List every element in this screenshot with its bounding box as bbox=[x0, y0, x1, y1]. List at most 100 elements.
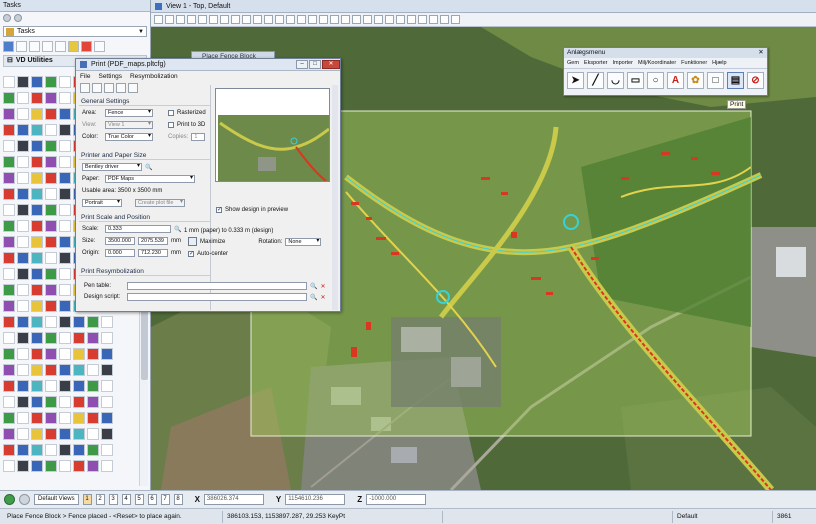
task-tool-icon[interactable] bbox=[101, 396, 113, 408]
task-tool-icon[interactable] bbox=[17, 156, 29, 168]
origin-x-input[interactable]: 0.000 bbox=[105, 249, 135, 257]
view-tool-icon[interactable] bbox=[440, 15, 449, 24]
task-tool-icon[interactable] bbox=[31, 140, 43, 152]
task-tool-icon[interactable] bbox=[59, 92, 71, 104]
design-script-search-icon[interactable]: 🔍 bbox=[310, 294, 317, 301]
view-tool-icon[interactable] bbox=[319, 15, 328, 24]
view-tool-icon[interactable] bbox=[352, 15, 361, 24]
task-tool-icon[interactable] bbox=[59, 364, 71, 376]
task-tool-icon[interactable] bbox=[59, 220, 71, 232]
view-button-7[interactable]: 7 bbox=[160, 494, 170, 505]
task-tool-icon[interactable] bbox=[101, 332, 113, 344]
task-tool-icon[interactable] bbox=[59, 76, 71, 88]
rasterized-checkbox[interactable] bbox=[168, 110, 174, 116]
task-tool-icon[interactable] bbox=[45, 428, 57, 440]
task-tool-icon[interactable] bbox=[59, 284, 71, 296]
task-tool-icon[interactable] bbox=[31, 364, 43, 376]
task-tool-icon[interactable] bbox=[59, 332, 71, 344]
view-tool-icon[interactable] bbox=[165, 15, 174, 24]
task-tool-icon[interactable] bbox=[101, 380, 113, 392]
view-tool-icon[interactable] bbox=[220, 15, 229, 24]
view-tool-icon[interactable] bbox=[451, 15, 460, 24]
y-input[interactable]: 1154610.236 bbox=[285, 494, 346, 505]
task-tool-icon[interactable] bbox=[17, 348, 29, 360]
view-button-5[interactable]: 5 bbox=[134, 494, 144, 505]
arc-icon[interactable]: ◡ bbox=[607, 72, 624, 89]
task-tool-icon[interactable] bbox=[87, 380, 99, 392]
task-tool-icon[interactable] bbox=[101, 364, 113, 376]
task-tool-icon[interactable] bbox=[59, 460, 71, 472]
task-tool-icon[interactable] bbox=[59, 140, 71, 152]
task-tool-icon[interactable] bbox=[17, 92, 29, 104]
task-tool-icon[interactable] bbox=[3, 396, 15, 408]
task-tool-icon[interactable] bbox=[45, 236, 57, 248]
properties-icon[interactable] bbox=[116, 83, 126, 93]
task-tool-icon[interactable] bbox=[31, 204, 43, 216]
task-tool-icon[interactable] bbox=[87, 332, 99, 344]
menu-milj-koordinater[interactable]: Milj/Koordinater bbox=[638, 60, 676, 66]
pen-table-clear-icon[interactable]: ✕ bbox=[320, 283, 325, 290]
scale-input[interactable]: 0.333 bbox=[105, 225, 171, 233]
task-tool-icon[interactable] bbox=[87, 412, 99, 424]
task-tool-icon[interactable] bbox=[73, 380, 85, 392]
task-tool-icon[interactable] bbox=[45, 124, 57, 136]
task-tool-icon[interactable] bbox=[45, 348, 57, 360]
measure-icon[interactable] bbox=[16, 40, 27, 52]
view-tool-icon[interactable] bbox=[209, 15, 218, 24]
task-tool-icon[interactable] bbox=[31, 428, 43, 440]
task-tool-icon[interactable] bbox=[31, 268, 43, 280]
task-tool-icon[interactable] bbox=[59, 444, 71, 456]
task-tool-icon[interactable] bbox=[17, 300, 29, 312]
task-tool-icon[interactable] bbox=[45, 156, 57, 168]
close-icon[interactable]: ✕ bbox=[322, 60, 340, 69]
task-tool-icon[interactable] bbox=[45, 396, 57, 408]
task-tool-icon[interactable] bbox=[3, 220, 15, 232]
task-tool-icon[interactable] bbox=[3, 204, 15, 216]
task-tool-icon[interactable] bbox=[59, 172, 71, 184]
task-tool-icon[interactable] bbox=[3, 412, 15, 424]
task-tool-icon[interactable] bbox=[17, 284, 29, 296]
next-view-icon[interactable] bbox=[19, 494, 30, 505]
design-script-input[interactable] bbox=[127, 293, 307, 301]
maximize-icon[interactable]: □ bbox=[309, 60, 321, 69]
view-tool-icon[interactable] bbox=[231, 15, 240, 24]
show-design-checkbox[interactable] bbox=[216, 207, 222, 213]
cell-icon[interactable]: ✿ bbox=[687, 72, 704, 89]
back-icon[interactable] bbox=[3, 14, 11, 22]
task-tool-icon[interactable] bbox=[45, 172, 57, 184]
create-plot-file-select[interactable]: Create plot file bbox=[135, 199, 185, 207]
task-tool-icon[interactable] bbox=[101, 460, 113, 472]
task-tool-icon[interactable] bbox=[17, 172, 29, 184]
default-views-select[interactable]: Default Views bbox=[34, 494, 79, 505]
task-tool-icon[interactable] bbox=[3, 284, 15, 296]
task-tool-icon[interactable] bbox=[31, 76, 43, 88]
task-tool-icon[interactable] bbox=[59, 124, 71, 136]
task-tool-icon[interactable] bbox=[59, 428, 71, 440]
view-button-2[interactable]: 2 bbox=[95, 494, 105, 505]
print-scrollbar[interactable] bbox=[332, 85, 338, 310]
task-tool-icon[interactable] bbox=[31, 92, 43, 104]
task-tool-icon[interactable] bbox=[45, 252, 57, 264]
task-tool-icon[interactable] bbox=[59, 348, 71, 360]
task-tool-icon[interactable] bbox=[101, 348, 113, 360]
task-tool-icon[interactable] bbox=[87, 364, 99, 376]
task-tool-icon[interactable] bbox=[31, 188, 43, 200]
view-tool-icon[interactable] bbox=[374, 15, 383, 24]
level-icon[interactable] bbox=[68, 40, 79, 52]
task-tool-icon[interactable] bbox=[3, 76, 15, 88]
task-tool-icon[interactable] bbox=[59, 396, 71, 408]
size-width-input[interactable]: 3500.000 bbox=[105, 237, 135, 245]
text-icon[interactable]: A bbox=[667, 72, 684, 89]
task-tool-icon[interactable] bbox=[101, 316, 113, 328]
scale-search-icon[interactable]: 🔍 bbox=[174, 226, 181, 233]
task-tool-icon[interactable] bbox=[87, 428, 99, 440]
task-tool-icon[interactable] bbox=[73, 396, 85, 408]
task-tool-icon[interactable] bbox=[45, 204, 57, 216]
view-button-4[interactable]: 4 bbox=[121, 494, 131, 505]
copies-input[interactable]: 1 bbox=[191, 133, 206, 141]
view-button-3[interactable]: 3 bbox=[108, 494, 118, 505]
auto-center-checkbox[interactable] bbox=[188, 251, 194, 257]
view-tool-icon[interactable] bbox=[385, 15, 394, 24]
task-tool-icon[interactable] bbox=[45, 332, 57, 344]
task-tool-icon[interactable] bbox=[17, 188, 29, 200]
